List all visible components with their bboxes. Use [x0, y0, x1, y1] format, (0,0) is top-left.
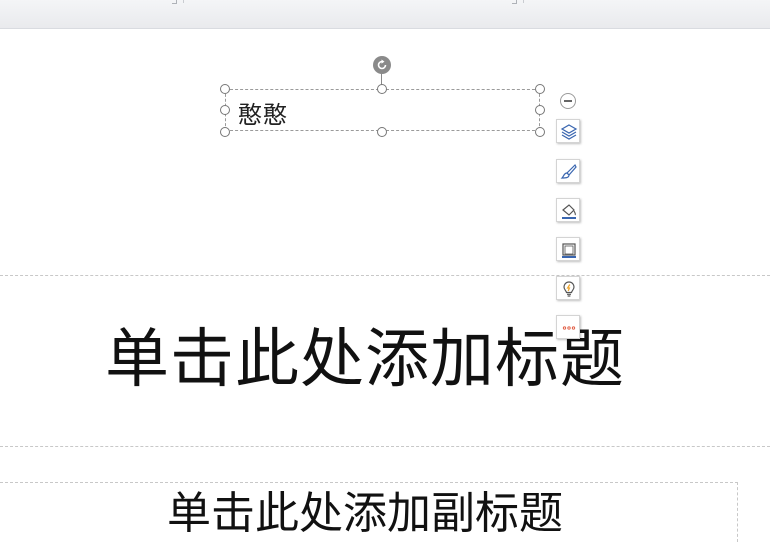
selected-text-box[interactable]: 憨憨 — [225, 89, 540, 131]
ruler-tick — [183, 0, 184, 3]
more-options-button[interactable] — [556, 315, 580, 339]
smart-suggest-button[interactable] — [556, 276, 580, 300]
fill-button[interactable] — [556, 198, 580, 222]
resize-handle-bottom-left[interactable] — [220, 127, 230, 137]
ruler-tick — [523, 0, 524, 3]
rotate-handle[interactable] — [373, 56, 391, 74]
outline-button[interactable] — [556, 237, 580, 261]
style-button[interactable] — [556, 159, 580, 183]
fill-bucket-icon — [562, 204, 576, 219]
resize-handle-top-left[interactable] — [220, 84, 230, 94]
layers-icon — [560, 124, 578, 140]
more-icon — [562, 326, 576, 330]
title-placeholder[interactable]: 单击此处添加标题 — [0, 322, 730, 398]
ruler-marker-left[interactable] — [172, 0, 177, 4]
resize-handle-right[interactable] — [535, 105, 545, 115]
title-placeholder-bottom-border — [0, 446, 770, 447]
collapse-toolbar-button[interactable] — [560, 93, 576, 109]
resize-handle-bottom[interactable] — [377, 127, 387, 137]
resize-handle-bottom-right[interactable] — [535, 127, 545, 137]
layer-button[interactable] — [556, 119, 580, 143]
resize-handle-top[interactable] — [377, 84, 387, 94]
subtitle-placeholder[interactable]: 单击此处添加副标题 — [0, 487, 730, 541]
ruler-marker-right[interactable] — [512, 0, 517, 4]
resize-handle-left[interactable] — [220, 105, 230, 115]
outline-frame-icon — [562, 243, 576, 258]
resize-handle-top-right[interactable] — [535, 84, 545, 94]
title-placeholder-top-border — [0, 275, 770, 276]
ruler-strip — [0, 0, 770, 29]
brush-icon — [560, 163, 577, 179]
text-box-content[interactable]: 憨憨 — [238, 95, 288, 130]
lightbulb-icon — [563, 281, 575, 297]
rotate-icon — [377, 59, 387, 70]
